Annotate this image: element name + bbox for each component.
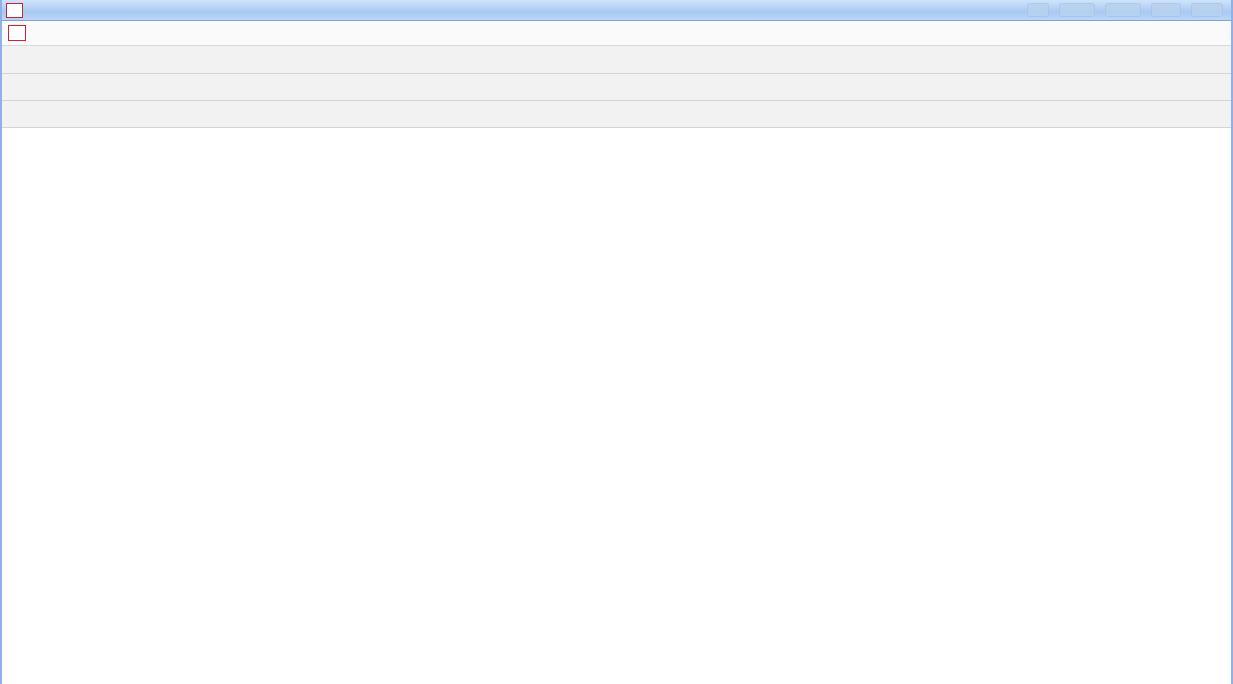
- menu-logo-icon: [8, 25, 26, 41]
- app-logo-icon: [6, 3, 23, 18]
- close-button[interactable]: [1191, 3, 1223, 17]
- app-window: [0, 0, 1233, 684]
- nav-back-button[interactable]: [1027, 3, 1049, 17]
- window-controls: [1027, 3, 1223, 17]
- kline-chart-canvas[interactable]: [2, 128, 1233, 684]
- maximize-button[interactable]: [1151, 3, 1181, 17]
- menu-bar: [2, 21, 1231, 46]
- title-bar: [2, 0, 1231, 21]
- icon-toolbar: [2, 74, 1231, 101]
- nav-forward-button[interactable]: [1059, 3, 1095, 17]
- minimize-button[interactable]: [1105, 3, 1141, 17]
- drawing-toolbar: [2, 101, 1231, 128]
- main-toolbar: [2, 46, 1231, 74]
- chart-region[interactable]: [2, 128, 1233, 684]
